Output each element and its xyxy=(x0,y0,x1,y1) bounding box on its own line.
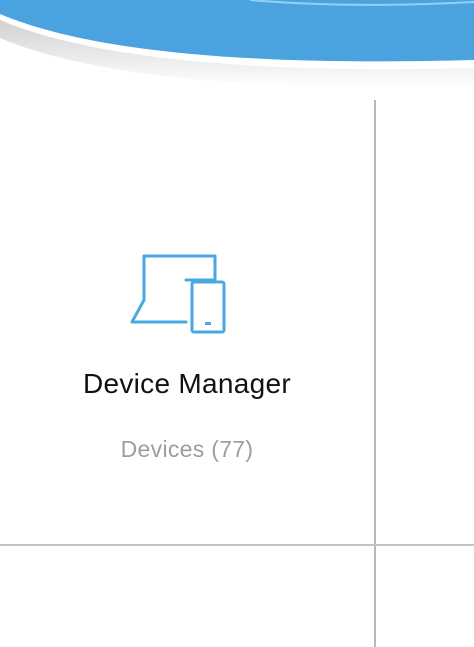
horizontal-divider xyxy=(0,544,474,546)
laptop-phone-icon xyxy=(126,250,230,338)
device-count-label: Devices (77) xyxy=(120,436,254,462)
header-banner xyxy=(0,0,474,88)
vertical-divider xyxy=(374,100,376,647)
tile-title: Device Manager xyxy=(82,368,292,399)
device-manager-tile[interactable]: Device Manager Devices (77) xyxy=(0,100,374,544)
app-screen: Device Manager Devices (77) xyxy=(0,0,474,647)
